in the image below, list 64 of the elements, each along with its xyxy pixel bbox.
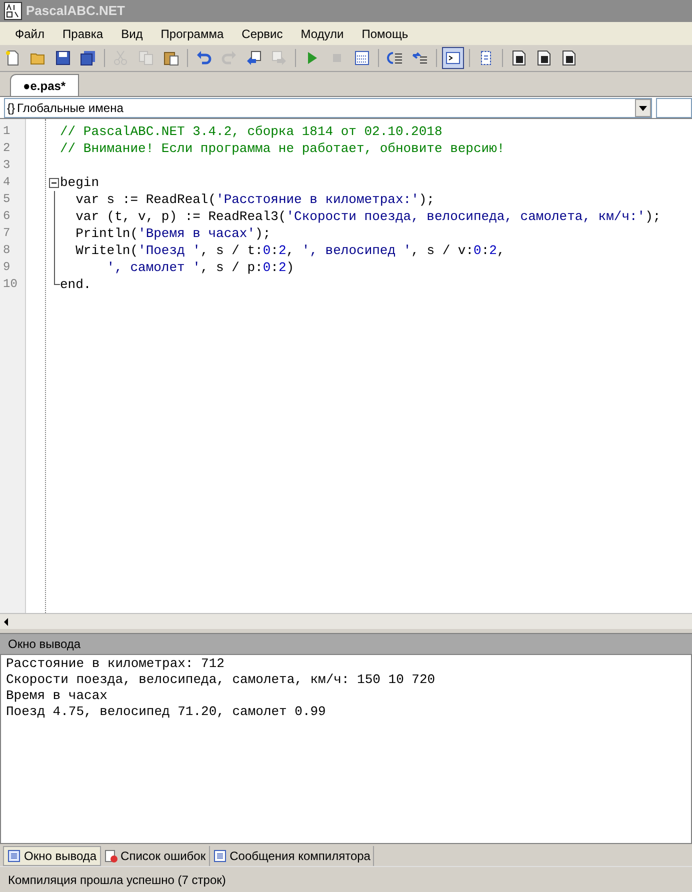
toolbar-button[interactable]: [442, 47, 464, 69]
menu-item[interactable]: Помощь: [352, 24, 418, 42]
save-all-icon: [80, 50, 96, 66]
menu-item[interactable]: Вид: [112, 24, 152, 42]
line-number: 10: [2, 276, 18, 293]
horizontal-scrollbar[interactable]: [0, 613, 692, 629]
menu-item[interactable]: Файл: [6, 24, 54, 42]
code-line: ', самолет ', s / p:0:2): [106, 259, 294, 276]
app-logo-icon: [4, 2, 22, 20]
console-icon: [445, 50, 461, 66]
line-number: 5: [2, 191, 12, 208]
error-list-icon: [104, 848, 118, 862]
step-into-icon: [387, 50, 403, 66]
new-file-icon: [5, 50, 21, 66]
window-title: PascalABC.NET: [26, 2, 125, 20]
code-line: end.: [60, 276, 92, 293]
document-tab[interactable]: ●e.pas*: [10, 74, 79, 96]
line-number: 9: [2, 259, 12, 276]
code-line: Writeln('Поезд ', s / t:0:2, ', велосипед ', s / v:0:2,: [74, 242, 505, 259]
line-number: 3: [2, 157, 12, 174]
code-line: var s := ReadReal('Расстояние в километрах:');: [74, 191, 434, 208]
list-icon: [212, 848, 227, 862]
grid-icon: [354, 50, 370, 66]
document-icon: [511, 50, 527, 66]
output-line: Скорости поезда, велосипеда, самолета, км/ч: 150 10 720: [6, 672, 436, 688]
window-arrow-icon: [271, 50, 287, 66]
clipboard-icon: [163, 50, 179, 66]
output-line: Время в часах: [6, 688, 108, 704]
member-combo[interactable]: [656, 98, 692, 118]
panel-tab[interactable]: Список ошибок: [100, 846, 210, 866]
save-icon: [55, 50, 71, 66]
menu-item[interactable]: Программа: [152, 24, 233, 42]
status-text: Компиляция прошла успешно (7 строк): [8, 872, 226, 888]
line-number: 4: [2, 174, 12, 191]
undo-icon: [196, 50, 212, 66]
fold-toggle-icon[interactable]: [49, 178, 59, 188]
line-number: 2: [2, 140, 12, 157]
line-number: 7: [2, 225, 12, 242]
line-number: 6: [2, 208, 12, 225]
code-line: // PascalABC.NET 3.4.2, сборка 1814 от 02.10.2018: [60, 123, 442, 140]
window-arrow-icon: [246, 50, 262, 66]
document-icon: [478, 50, 494, 66]
menu-item[interactable]: Модули: [292, 24, 353, 42]
code-line: Println('Время в часах');: [74, 225, 271, 242]
scope-combo[interactable]: {} Глобальные имена: [4, 98, 652, 118]
panel-tab[interactable]: Сообщения компилятора: [210, 846, 374, 866]
menu-item[interactable]: Сервис: [232, 24, 292, 42]
output-line: Поезд 4.75, велосипед 71.20, самолет 0.99: [6, 704, 327, 720]
document-icon: [561, 50, 577, 66]
panel-tab[interactable]: Окно вывода: [3, 846, 101, 866]
document-icon: [536, 50, 552, 66]
step-over-icon: [412, 50, 428, 66]
copy-icon: [138, 50, 154, 66]
code-line: // Внимание! Если программа не работает, обновите версию!: [60, 140, 505, 157]
braces-icon: {}: [5, 98, 18, 116]
code-line: var (t, v, p) := ReadReal3('Скорости поезда, велосипеда, самолета, км/ч:');: [74, 208, 661, 225]
panel-title: Окно вывода: [8, 636, 81, 653]
line-number: 8: [2, 242, 12, 259]
fold-end-icon: [54, 276, 60, 285]
output-line: Расстояние в километрах: 712: [6, 656, 226, 672]
menu-item[interactable]: Правка: [54, 24, 112, 42]
code-line: begin: [60, 174, 100, 191]
line-number: 1: [2, 123, 12, 140]
list-icon: [7, 848, 21, 862]
